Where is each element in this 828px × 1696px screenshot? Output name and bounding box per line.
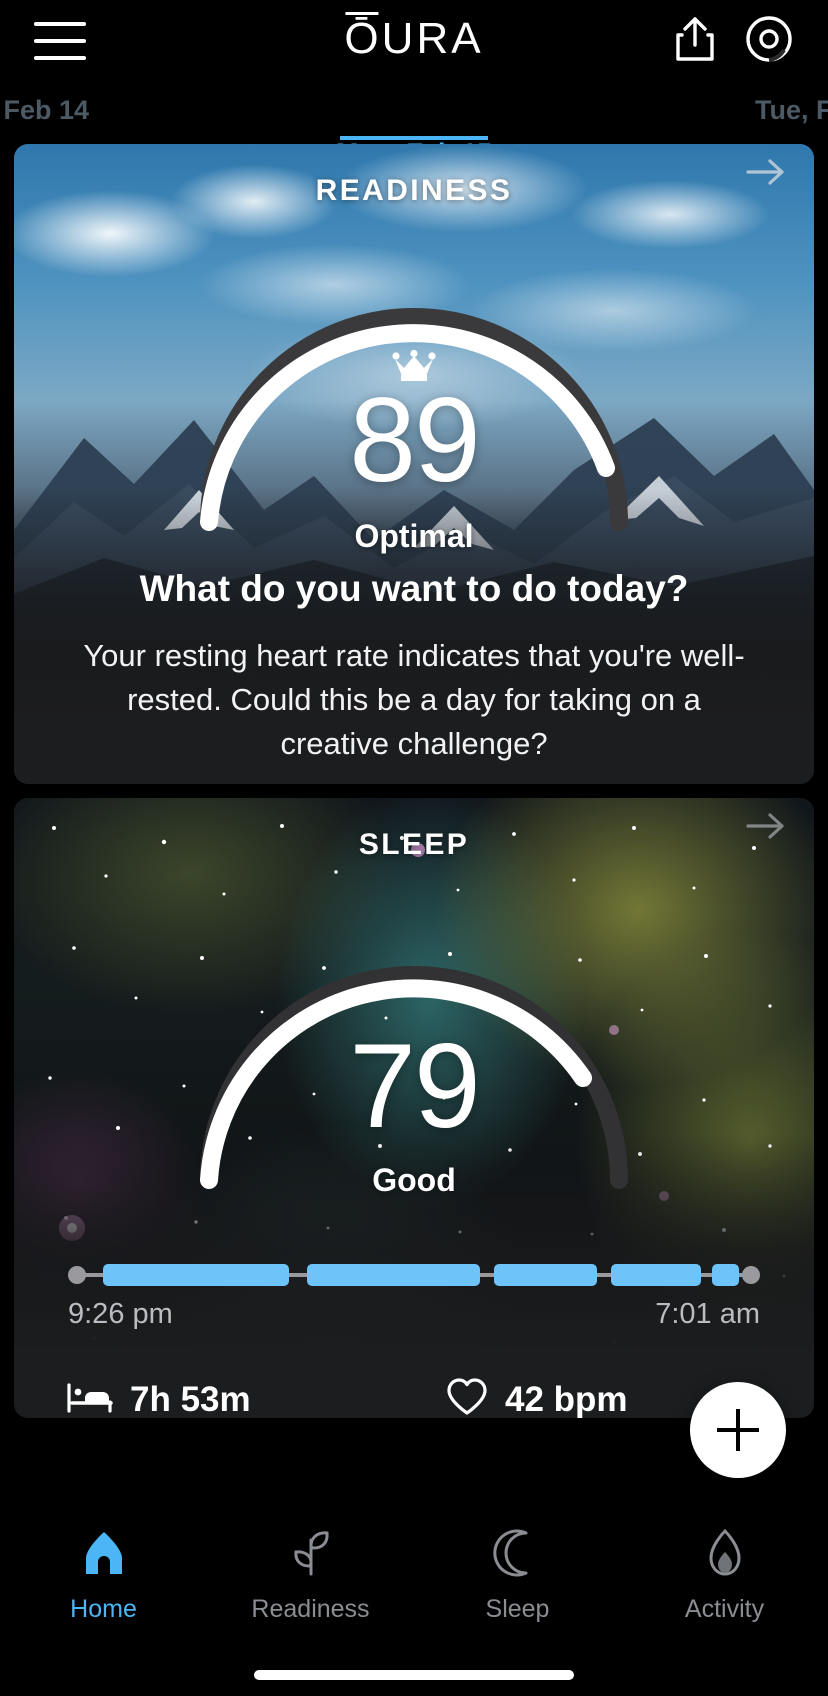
sleep-score: 79 — [349, 1019, 480, 1153]
sleep-detail-arrow-icon[interactable] — [744, 808, 788, 849]
sleep-duration-metric: 7h 53m — [66, 1377, 383, 1418]
home-icon — [78, 1528, 130, 1583]
nav-label-sleep: Sleep — [485, 1595, 550, 1623]
nav-label-activity: Activity — [684, 1595, 765, 1623]
nav-item-home[interactable]: Home — [0, 1528, 207, 1696]
heart-icon — [445, 1377, 489, 1418]
sleep-segment — [102, 1264, 290, 1286]
readiness-gauge: 89 Optimal — [14, 222, 814, 554]
top-bar-actions — [672, 14, 794, 69]
sleep-segment — [493, 1264, 598, 1286]
plus-icon — [717, 1409, 759, 1451]
date-tab-previous[interactable]: n, Feb 14 — [0, 95, 89, 126]
date-selector[interactable]: n, Feb 14 Tue, Feb Mon, Feb 15 — [0, 82, 828, 169]
flame-icon — [699, 1528, 751, 1583]
sleep-card-title: SLEEP — [358, 828, 470, 861]
home-indicator — [254, 1670, 574, 1680]
resting-heartrate-value: 42 bpm — [505, 1379, 628, 1419]
bed-icon — [66, 1380, 114, 1418]
sleep-segment — [306, 1264, 480, 1286]
sleep-segment — [711, 1264, 740, 1286]
sleep-timeline-track — [68, 1264, 760, 1286]
sleep-card[interactable]: SLEEP 79 Good 9:26 pm 7:01 am 7h 53m 42 … — [14, 798, 814, 1418]
app-screen: ŌURA n, Feb 14 Tue, Feb — [0, 0, 828, 1696]
moon-icon — [492, 1528, 544, 1583]
readiness-score: 89 — [349, 373, 480, 507]
share-icon[interactable] — [672, 15, 718, 68]
readiness-score-label: Optimal — [354, 518, 474, 554]
readiness-card-title: READINESS — [315, 174, 513, 207]
sleep-timeline-start-dot — [68, 1266, 86, 1284]
nav-label-readiness: Readiness — [251, 1595, 370, 1623]
sleep-segment — [611, 1264, 702, 1286]
bottom-navigation: Home Readiness Sleep Activity — [0, 1510, 828, 1696]
readiness-card[interactable]: READINESS 89 Optimal What do you want to… — [14, 144, 814, 784]
app-logo-macron: Ō — [344, 14, 382, 63]
sprout-icon — [285, 1528, 337, 1583]
app-logo: ŌURA — [344, 14, 483, 64]
nav-label-home: Home — [70, 1595, 137, 1623]
top-bar: ŌURA — [0, 0, 828, 82]
date-tab-next[interactable]: Tue, Feb — [755, 95, 828, 126]
date-tab-underline — [340, 136, 488, 140]
sleep-bedtime-end: 7:01 am — [655, 1298, 760, 1330]
nav-item-activity[interactable]: Activity — [621, 1528, 828, 1696]
oura-ring-icon[interactable] — [744, 14, 794, 69]
sleep-timeline-end-dot — [742, 1266, 760, 1284]
sleep-score-label: Good — [372, 1162, 456, 1198]
add-button[interactable] — [690, 1382, 786, 1478]
readiness-body-text: Your resting heart rate indicates that y… — [83, 638, 745, 762]
hamburger-menu-icon[interactable] — [34, 22, 86, 60]
sleep-bedtime-start: 9:26 pm — [68, 1298, 173, 1330]
sleep-gauge: 79 Good — [14, 880, 814, 1200]
readiness-headline: What do you want to do today? — [139, 568, 689, 609]
readiness-detail-arrow-icon[interactable] — [744, 154, 788, 195]
sleep-duration-value: 7h 53m — [130, 1379, 251, 1419]
app-logo-text: URA — [381, 14, 484, 63]
sleep-timeline[interactable]: 9:26 pm 7:01 am — [14, 1264, 814, 1331]
